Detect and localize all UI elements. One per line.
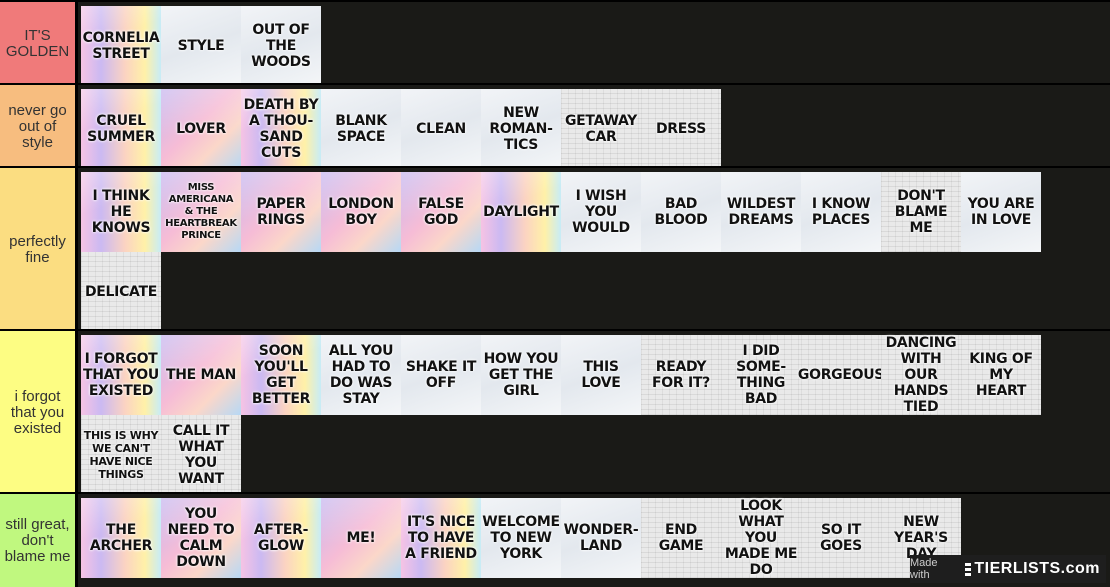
tier-item-after-glow[interactable]: AFTER-GLOW bbox=[241, 498, 321, 578]
tier-label[interactable]: still great, don't blame me bbox=[0, 494, 78, 587]
tier-item-all-you-had-to-do-was-stay[interactable]: ALL YOU HAD TO DO WAS STAY bbox=[321, 335, 401, 415]
tier-item-you-need-to-calm-down[interactable]: YOU NEED TO CALM DOWN bbox=[161, 498, 241, 578]
tier-item-the-man[interactable]: THE MAN bbox=[161, 335, 241, 415]
tier-item-dress[interactable]: DRESS bbox=[641, 89, 721, 169]
tier-row: IT'S GOLDEN CORNELIA STREET STYLE OUT OF TH… bbox=[0, 0, 1110, 86]
made-with-label: Made with bbox=[910, 557, 938, 581]
tier-item-i-did-some-thing-bad[interactable]: I DID SOME-THING BAD bbox=[721, 335, 801, 415]
tier-label[interactable]: perfectly fine bbox=[0, 168, 78, 331]
tier-item-false-god[interactable]: FALSE GOD bbox=[401, 172, 481, 252]
tier-label[interactable]: i forgot that you existed bbox=[0, 331, 78, 494]
tier-item-out-of-the-woods[interactable]: OUT OF THE WOODS bbox=[241, 6, 321, 86]
tier-item-gorgeous[interactable]: GORGEOUS bbox=[798, 335, 884, 415]
tier-item-i-wish-you-would[interactable]: I WISH YOU WOULD bbox=[561, 172, 641, 252]
tier-item-miss-americana-the-heartbreak-prince[interactable]: MISS AMERICANA & THE HEARTBREAK PRINCE bbox=[161, 172, 241, 252]
tier-item-shake-it-off[interactable]: SHAKE IT OFF bbox=[401, 335, 481, 415]
tier-item-welcome-to-new-york[interactable]: WELCOME TO NEW YORK bbox=[481, 498, 561, 578]
tierlists-watermark[interactable]: Made with TIERLISTS.com bbox=[910, 555, 1106, 583]
tier-item-new-roman-tics[interactable]: NEW ROMAN-TICS bbox=[481, 89, 561, 169]
tier-item-how-you-get-the-girl[interactable]: HOW YOU GET THE GIRL bbox=[481, 335, 561, 415]
tier-item-death-by-a-thou-sand-cuts[interactable]: DEATH BY A THOU-SAND CUTS bbox=[241, 89, 321, 169]
tier-item-london-boy[interactable]: LONDON BOY bbox=[321, 172, 401, 252]
tier-item-so-it-goes[interactable]: SO IT GOES bbox=[801, 498, 881, 578]
tier-item-daylight[interactable]: DAYLIGHT bbox=[481, 172, 561, 252]
tier-item-clean[interactable]: CLEAN bbox=[401, 89, 481, 169]
tier-item-blank-space[interactable]: BLANK SPACE bbox=[321, 89, 401, 169]
tier-item-you-are-in-love[interactable]: YOU ARE IN LOVE bbox=[961, 172, 1041, 252]
tier-item-this-is-why-we-can-t-have-nice-things[interactable]: THIS IS WHY WE CAN'T HAVE NICE THINGS bbox=[81, 415, 161, 495]
tier-item-i-think-he-knows[interactable]: I THINK HE KNOWS bbox=[81, 172, 161, 252]
tier-item-ready-for-it[interactable]: READY FOR IT? bbox=[641, 335, 721, 415]
tier-item-getaway-car[interactable]: GETAWAY CAR bbox=[561, 89, 641, 169]
tier-item-paper-rings[interactable]: PAPER RINGS bbox=[241, 172, 321, 252]
tier-item-call-it-what-you-want[interactable]: CALL IT WHAT YOU WANT bbox=[161, 415, 241, 495]
tier-item-don-t-blame-me[interactable]: DON'T BLAME ME bbox=[881, 172, 961, 252]
tierlists-brand: TIERLISTS.com bbox=[974, 560, 1100, 577]
tier-label[interactable]: never go out of style bbox=[0, 85, 78, 168]
tier-item-it-s-nice-to-have-a-friend[interactable]: IT'S NICE TO HAVE A FRIEND bbox=[401, 498, 481, 578]
tier-item-bad-blood[interactable]: BAD BLOOD bbox=[641, 172, 721, 252]
tier-item-king-of-my-heart[interactable]: KING OF MY HEART bbox=[961, 335, 1041, 415]
tier-item-style[interactable]: STYLE bbox=[161, 6, 241, 86]
tier-label[interactable]: IT'S GOLDEN bbox=[0, 2, 78, 85]
tier-item-this-love[interactable]: THIS LOVE bbox=[561, 335, 641, 415]
tier-item-look-what-you-made-me-do[interactable]: LOOK WHAT YOU MADE ME DO bbox=[721, 498, 801, 578]
tier-item-i-forgot-that-you-existed[interactable]: I FORGOT THAT YOU EXISTED bbox=[81, 335, 161, 415]
tier-item-wildest-dreams[interactable]: WILDEST DREAMS bbox=[721, 172, 801, 252]
tier-item-i-know-places[interactable]: I KNOW PLACES bbox=[801, 172, 881, 252]
tier-item-wonder-land[interactable]: WONDER-LAND bbox=[561, 498, 641, 578]
tier-item-me[interactable]: ME! bbox=[321, 498, 401, 578]
tier-item-the-archer[interactable]: THE ARCHER bbox=[81, 498, 161, 578]
tier-item-cruel-summer[interactable]: CRUEL SUMMER bbox=[81, 89, 161, 169]
tierlists-logo-icon bbox=[965, 562, 972, 577]
tier-item-soon-you-ll-get-better[interactable]: SOON YOU'LL GET BETTER bbox=[241, 335, 321, 415]
tier-item-delicate[interactable]: DELICATE bbox=[81, 252, 161, 332]
tier-item-cornelia-street[interactable]: CORNELIA STREET bbox=[81, 6, 161, 86]
tier-item-dancing-with-our-hands-tied[interactable]: DANCING WITH OUR HANDS TIED bbox=[881, 335, 961, 415]
tier-row: i forgot that you existed I FORGOT THAT Y… bbox=[0, 329, 1110, 494]
tier-item-lover[interactable]: LOVER bbox=[161, 89, 241, 169]
tier-item-end-game[interactable]: END GAME bbox=[641, 498, 721, 578]
tier-row: perfectly fine I THINK HE KNOWS MISS AMERI… bbox=[0, 166, 1110, 331]
tier-row: never go out of style CRUEL SUMMER LOVER DE… bbox=[0, 83, 1110, 169]
